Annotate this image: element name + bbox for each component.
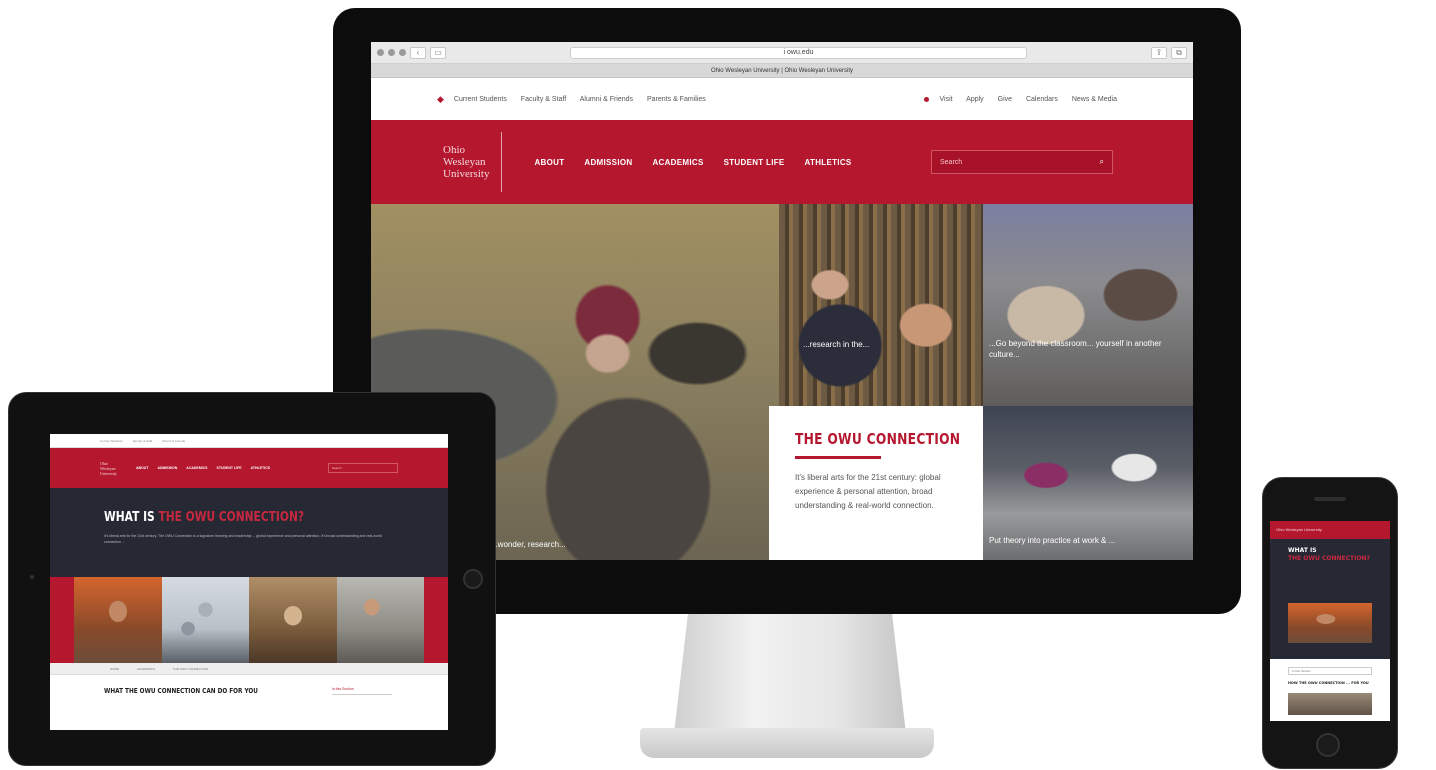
phone-speaker — [1314, 497, 1346, 501]
audience-links: Current Students Faculty & Staff Alumni … — [454, 96, 718, 103]
nav-about[interactable]: ABOUT — [534, 158, 564, 167]
nav-academics[interactable]: ACADEMICS — [652, 158, 703, 167]
tablet-photo-2[interactable] — [161, 577, 249, 663]
owu-connection-text: It's liberal arts for the 21st century: … — [795, 473, 941, 510]
hero-photo-professor[interactable] — [779, 204, 983, 406]
site-header: Ohio Wesleyan University ABOUT ADMISSION… — [371, 120, 1193, 204]
tablet-camera — [30, 575, 34, 579]
tablet-nav-student-life[interactable]: STUDENT LIFE — [217, 466, 242, 470]
window-zoom-dot[interactable] — [399, 49, 406, 56]
phone-site-header[interactable]: Ohio Wesleyan University — [1270, 521, 1390, 539]
nav-student-life[interactable]: STUDENT LIFE — [724, 158, 785, 167]
phone-section-title: HOW THE OWU CONNECTION ... FOR YOU — [1288, 681, 1369, 685]
window-close-dot[interactable] — [377, 49, 384, 56]
tablet-sidebar-heading[interactable]: In this Section — [331, 687, 392, 695]
site-logo[interactable]: Ohio Wesleyan University — [443, 132, 503, 192]
tablet-nav-athletics[interactable]: ATHLETICS — [251, 466, 270, 470]
logo-line-3: University — [443, 168, 490, 180]
phone-intro-band: WHAT IS THE OWU CONNECTION? — [1270, 539, 1390, 659]
url-bar[interactable]: i owu.edu — [570, 46, 1027, 59]
owu-connection-title: THE OWU CONNECTION — [795, 430, 961, 448]
search-icon[interactable]: ⌕ — [1100, 157, 1104, 167]
tablet-title-red: THE OWU CONNECTION? — [158, 510, 305, 525]
util-link-alumni-friends[interactable]: Alumni & Friends — [580, 96, 633, 103]
browser-toolbar: ‹ ▭ i owu.edu ⇪ ⧉ — [371, 42, 1193, 64]
tablet-home-button-icon[interactable] — [463, 569, 483, 589]
monitor-base — [640, 728, 934, 758]
util-link-apply[interactable]: Apply — [966, 96, 984, 103]
util-link-calendars[interactable]: Calendars — [1026, 96, 1058, 103]
util-link-parents-families[interactable]: Parents & Families — [647, 96, 706, 103]
title-divider — [795, 456, 881, 459]
red-dot-icon — [924, 96, 930, 102]
sidebar-icon[interactable]: ▭ — [430, 46, 446, 59]
browser-tab[interactable]: Ohio Wesleyan University | Ohio Wesleyan… — [371, 64, 1193, 78]
util-link-give[interactable]: Give — [998, 96, 1012, 103]
hero-caption-lab: Put theory into practice at work & ... — [989, 536, 1116, 545]
tablet-nav-admission[interactable]: ADMISSION — [157, 466, 177, 470]
tabs-icon[interactable]: ⧉ — [1171, 46, 1187, 59]
logo-line-2: Wesleyan — [443, 156, 486, 168]
tablet-title-white: WHAT IS — [104, 510, 159, 525]
tablet-photo-4[interactable] — [336, 577, 424, 663]
phone-title-white: WHAT IS — [1288, 547, 1317, 554]
main-nav: ABOUT ADMISSION ACADEMICS STUDENT LIFE A… — [534, 158, 851, 167]
tablet-site-logo[interactable]: Ohio Wesleyan University — [100, 461, 122, 476]
window-minimize-dot[interactable] — [388, 49, 395, 56]
tablet-util-link[interactable]: Faculty & Staff — [133, 439, 152, 443]
tablet-main-nav: ABOUT ADMISSION ACADEMICS STUDENT LIFE A… — [136, 466, 270, 470]
phone-content-image — [1288, 693, 1372, 715]
tablet-logo-line: University — [100, 470, 117, 476]
crumb-academics[interactable]: ACADEMICS — [137, 667, 155, 671]
tablet-photo-strip — [50, 577, 448, 663]
util-link-news-media[interactable]: News & Media — [1072, 96, 1117, 103]
phone-photo[interactable] — [1288, 603, 1372, 643]
util-link-visit[interactable]: Visit — [939, 96, 952, 103]
tablet-search-input[interactable]: Search — [328, 463, 398, 473]
hero-caption-travel: ...Go beyond the classroom... yourself i… — [989, 339, 1162, 359]
crumb-home[interactable]: HOME — [110, 667, 119, 671]
util-link-faculty-staff[interactable]: Faculty & Staff — [521, 96, 566, 103]
monitor-stand — [674, 614, 906, 734]
utility-nav: ◆ Current Students Faculty & Staff Alumn… — [371, 78, 1193, 120]
util-link-current-students[interactable]: Current Students — [454, 96, 507, 103]
hero-caption-students: ...wonder, research... — [491, 540, 566, 549]
owu-mark-icon[interactable]: ◆ — [437, 94, 444, 105]
phone-page-title: WHAT IS THE OWU CONNECTION? — [1288, 547, 1372, 563]
tablet-site-header: Ohio Wesleyan University ABOUT ADMISSION… — [50, 448, 448, 488]
nav-admission[interactable]: ADMISSION — [584, 158, 632, 167]
tablet-intro-text: It's liberal arts for the 21st century. … — [104, 534, 382, 544]
search-placeholder: Search — [940, 158, 963, 166]
tablet-section-title: WHAT THE OWU CONNECTION CAN DO FOR YOU — [104, 687, 258, 695]
search-input[interactable]: Search ⌕ — [931, 150, 1113, 174]
tablet-screen: Current Students Faculty & Staff Alumni … — [50, 434, 448, 730]
phone-content: In this Section HOW THE OWU CONNECTION .… — [1270, 659, 1390, 721]
nav-athletics[interactable]: ATHLETICS — [805, 158, 852, 167]
hero-photo-travel[interactable] — [983, 204, 1193, 406]
back-icon[interactable]: ‹ — [410, 46, 426, 59]
tablet-content: WHAT THE OWU CONNECTION CAN DO FOR YOU I… — [50, 675, 448, 707]
tablet-util-link[interactable]: Alumni & Friends — [162, 439, 185, 443]
tablet-intro-band: WHAT IS THE OWU CONNECTION? It's liberal… — [50, 488, 448, 577]
action-links: Visit Apply Give Calendars News & Media — [939, 96, 1129, 103]
crumb-owu-connection[interactable]: THE OWU CONNECTION — [173, 667, 208, 671]
phone-screen: Ohio Wesleyan University WHAT IS THE OWU… — [1270, 521, 1390, 721]
logo-line-1: Ohio — [443, 144, 465, 156]
tablet-page-title: WHAT IS THE OWU CONNECTION? — [104, 510, 342, 525]
tablet-nav-about[interactable]: ABOUT — [136, 466, 148, 470]
tablet-utility-nav: Current Students Faculty & Staff Alumni … — [50, 434, 448, 448]
phone-section-dropdown[interactable]: In this Section — [1288, 667, 1372, 675]
tablet-util-link[interactable]: Current Students — [100, 439, 123, 443]
phone-title-red: THE OWU CONNECTION? — [1288, 555, 1370, 562]
tablet-photo-3[interactable] — [249, 577, 337, 663]
phone-home-button-icon[interactable] — [1316, 733, 1340, 757]
tablet-photo-1[interactable] — [74, 577, 162, 663]
tablet-nav-academics[interactable]: ACADEMICS — [186, 466, 207, 470]
hero-caption-professor: ...research in the... — [803, 340, 870, 349]
share-icon[interactable]: ⇪ — [1151, 46, 1167, 59]
tablet-breadcrumb: HOME ACADEMICS THE OWU CONNECTION — [50, 663, 448, 675]
device-mockup-stage: ‹ ▭ i owu.edu ⇪ ⧉ Ohio Wesleyan Universi… — [0, 0, 1436, 770]
owu-connection-card[interactable]: THE OWU CONNECTION It's liberal arts for… — [769, 406, 983, 560]
